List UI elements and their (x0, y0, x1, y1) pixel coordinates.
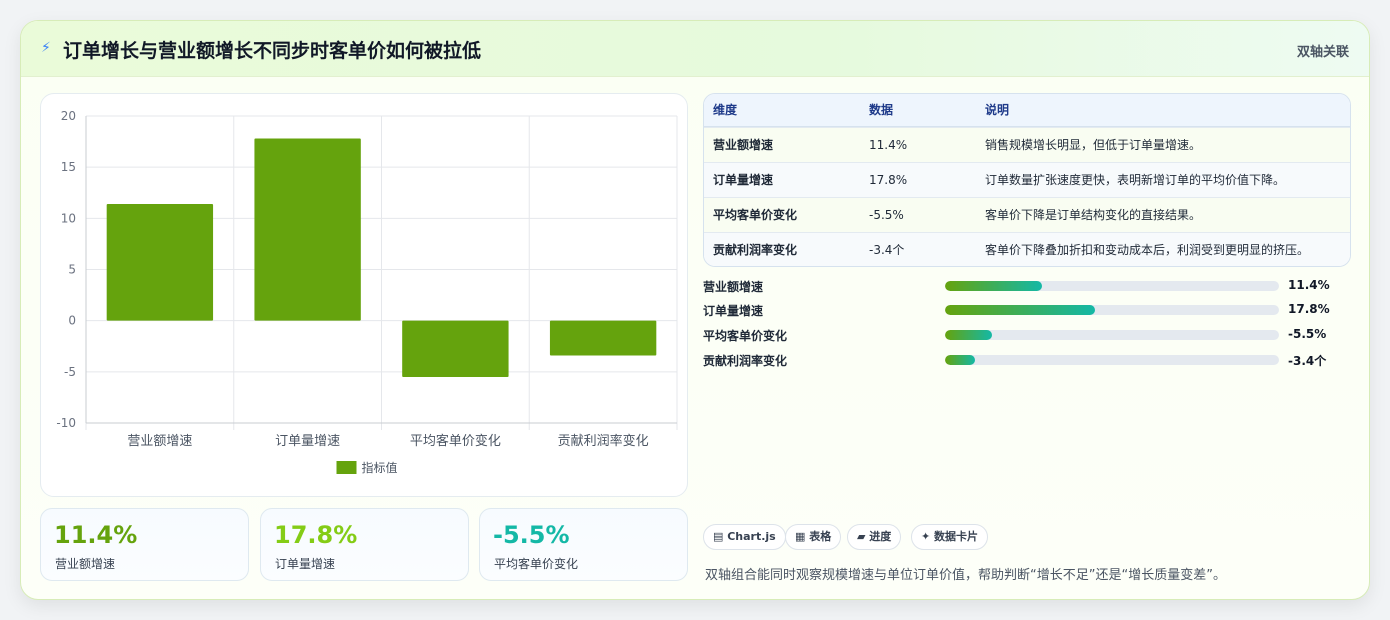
progress-row: 平均客单价变化 -5.5% (703, 325, 1333, 345)
y-tick-label: 0 (68, 314, 76, 328)
x-tick-label: 贡献利润率变化 (558, 433, 649, 449)
footnote: 双轴组合能同时观察规模增速与单位订单价值，帮助判断“增长不足”还是“增长质量变差… (705, 568, 1226, 583)
lightning-icon: ⚡ (41, 40, 51, 56)
table-row: 贡献利润率变化 -3.4个 客单价下降叠加折扣和变动成本后，利润受到更明显的挤压… (704, 232, 1350, 266)
stat-card-revenue: 11.4% 营业额增速 (40, 508, 249, 581)
table-cell: 客单价下降叠加折扣和变动成本后，利润受到更明显的挤压。 (985, 243, 1310, 257)
y-tick-label: 10 (61, 211, 76, 225)
card-header: ⚡ 订单增长与营业额增长不同步时客单价如何被拉低 双轴关联 (21, 21, 1369, 77)
table-row: 平均客单价变化 -5.5% 客单价下降是订单结构变化的直接结果。 (704, 197, 1350, 232)
progress-value: -3.4个 (1288, 354, 1327, 368)
header-badge: 双轴关联 (1296, 45, 1349, 60)
progress-fill (945, 330, 992, 340)
bar (254, 138, 361, 321)
progress-track (945, 281, 1279, 291)
table-row: 营业额增速 11.4% 销售规模增长明显，但低于订单量增速。 (704, 127, 1350, 162)
y-tick-label: 15 (61, 160, 76, 174)
bar-chart: 20 15 10 5 0 -5 -10 营业额增速 订单量增速 平均客单价变化 贡献利润率变化指标值 (40, 93, 688, 497)
tag-progress[interactable]: ▰ 进度 (847, 524, 902, 550)
table-cell: 客单价下降是订单结构变化的直接结果。 (985, 208, 1202, 222)
progress-label: 平均客单价变化 (703, 329, 788, 343)
x-tick-label: 订单量增速 (275, 434, 340, 449)
progress-fill (945, 305, 1096, 315)
data-table: 维度 数据 说明 营业额增速 11.4% 销售规模增长明显，但低于订单量增速。 … (703, 93, 1351, 267)
stat-label: 营业额增速 (55, 557, 116, 571)
table-cell: -5.5% (869, 208, 904, 222)
table-cell: 贡献利润率变化 (713, 243, 798, 257)
table-cell: 11.4% (869, 138, 908, 152)
bar (402, 320, 509, 377)
bar-chart-svg: 20 15 10 5 0 -5 -10 营业额增速 订单量增速 平均客单价变化 贡献利润率变化指标值 (56, 109, 678, 475)
table-cell: 营业额增速 (713, 138, 774, 152)
page-title: 订单增长与营业额增长不同步时客单价如何被拉低 (63, 40, 482, 62)
table-cell: 平均客单价变化 (713, 208, 798, 222)
progress-label: 贡献利润率变化 (703, 354, 788, 368)
x-tick-label: 平均客单价变化 (410, 433, 501, 449)
stat-label: 平均客单价变化 (494, 557, 579, 571)
table-header-row: 维度 数据 说明 (704, 94, 1350, 127)
legend-label: 指标值 (362, 460, 398, 475)
stat-card-orders: 17.8% 订单量增速 (260, 508, 469, 581)
stat-value: 17.8% (274, 521, 358, 549)
progress-value: 17.8% (1288, 302, 1330, 316)
table-cell: -3.4个 (869, 243, 905, 257)
progress-row: 订单量增速 17.8% (703, 300, 1333, 320)
progress-value: -5.5% (1288, 327, 1327, 341)
progress-value: 11.4% (1288, 278, 1330, 292)
stat-value: 11.4% (54, 521, 138, 549)
progress-fill (945, 281, 1042, 291)
progress-track (945, 330, 1279, 340)
tag-data-card[interactable]: ✦ 数据卡片 (911, 524, 989, 550)
table-header-cell: 维度 (713, 103, 738, 117)
table-cell: 订单量增速 (713, 173, 774, 187)
table-cell: 订单数量扩张速度更快，表明新增订单的平均价值下降。 (985, 173, 1286, 187)
stat-value: -5.5% (493, 521, 570, 549)
main-card: ⚡ 订单增长与营业额增长不同步时客单价如何被拉低 双轴关联 20 15 10 5 0 -5… (20, 20, 1370, 600)
progress-fill (945, 355, 976, 365)
progress-track (945, 305, 1279, 315)
y-tick-label: 5 (68, 263, 76, 277)
bar (106, 204, 214, 321)
legend-swatch (336, 461, 357, 474)
tag-chartjs[interactable]: ▤ Chart.js (703, 524, 786, 550)
table-cell: 17.8% (869, 173, 908, 187)
x-tick-label: 营业额增速 (127, 434, 192, 449)
progress-track (945, 355, 1279, 365)
bar (549, 320, 657, 356)
progress-label: 订单量增速 (703, 304, 764, 318)
progress-label: 营业额增速 (703, 280, 764, 294)
progress-row: 营业额增速 11.4% (703, 276, 1333, 296)
stat-card-aov: -5.5% 平均客单价变化 (479, 508, 688, 581)
stat-label: 订单量增速 (275, 557, 336, 571)
table-header-cell: 数据 (869, 103, 894, 117)
table-header-cell: 说明 (985, 103, 1010, 117)
y-tick-label: -10 (56, 416, 76, 430)
y-tick-label: 20 (61, 109, 76, 123)
table-row: 订单量增速 17.8% 订单数量扩张速度更快，表明新增订单的平均价值下降。 (704, 162, 1350, 197)
progress-row: 贡献利润率变化 -3.4个 (703, 350, 1333, 370)
tag-table[interactable]: ▦ 表格 (785, 524, 842, 550)
y-tick-label: -5 (64, 365, 76, 379)
table-cell: 销售规模增长明显，但低于订单量增速。 (985, 138, 1202, 152)
